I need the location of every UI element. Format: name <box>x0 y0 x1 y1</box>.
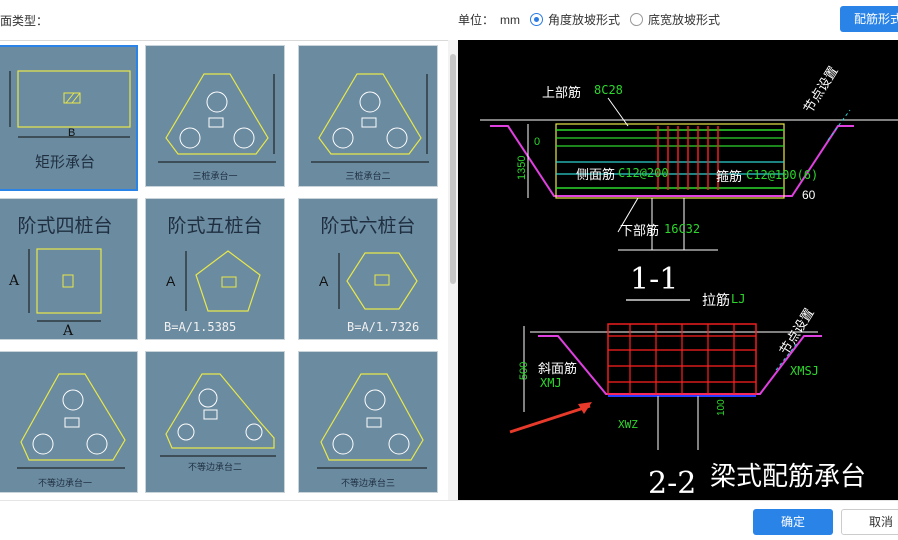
scroll-thumb[interactable] <box>450 54 456 284</box>
tile-label: 三桩承台二 <box>345 172 391 182</box>
grid-scrollbar[interactable] <box>448 40 458 500</box>
slant-bar-label: 斜面筋 <box>538 361 578 376</box>
angle-slope-label: 角度放坡形式 <box>548 13 621 27</box>
side-bar-label: 侧面筋 <box>576 167 616 182</box>
config-form-button[interactable]: 配筋形式 <box>840 6 898 32</box>
stirrup-label: 箍筋 <box>716 169 743 184</box>
bottom-bar-spec: 16C32 <box>664 222 701 236</box>
side-bar-spec: C12@200 <box>618 166 669 180</box>
preview-pane: 上部筋 8C28 侧面筋 C12@200 箍筋 C12@100(6) 下部筋 1… <box>458 40 898 500</box>
cap-type-grid: B 矩形承台 三桩承台一 三桩承台二 阶式四桩台 A A 阶式五桩台 A B=A… <box>0 40 448 500</box>
tile-stepped-four-pile[interactable]: 阶式四桩台 A A <box>0 198 138 340</box>
three-pile-cap-diagram <box>158 73 276 163</box>
dim-label: A <box>9 273 20 289</box>
tile-label: 不等边承台一 <box>37 479 92 489</box>
dim-label: A <box>63 323 74 339</box>
slant-bar-spec-1: XMJ <box>540 376 562 390</box>
tile-stepped-six-pile[interactable]: 阶式六桩台 A B=A/1.7326 <box>298 198 438 340</box>
dim-100-label: 100 <box>716 399 727 416</box>
ok-button[interactable]: 确定 <box>753 509 833 535</box>
cancel-button[interactable]: 取消 <box>841 509 898 535</box>
unit-area: 单位： mm 角度放坡形式 底宽放坡形式 <box>458 11 720 28</box>
top-bar-spec: 8C28 <box>594 83 623 97</box>
top-bar-label: 上部筋 <box>542 85 582 100</box>
section-1-label: 1-1 <box>630 262 679 297</box>
dim-zero-label: 0 <box>534 136 541 148</box>
tile-stepped-five-pile[interactable]: 阶式五桩台 A B=A/1.5385 <box>145 198 285 340</box>
unequal-cap-diagram-1 <box>17 373 126 469</box>
tie-bar-spec: LJ <box>731 292 746 306</box>
top-bar: 面类型： 单位： mm 角度放坡形式 底宽放坡形式 配筋形式 <box>0 0 898 38</box>
section-type-label: 面类型： <box>0 14 49 28</box>
dim-label: B <box>68 127 76 139</box>
angle-label: 60 <box>802 188 816 202</box>
tile-unequal-cap-1[interactable]: 不等边承台一 <box>0 351 138 493</box>
dim-label: A <box>319 273 329 289</box>
radio-checked-icon[interactable] <box>530 13 544 26</box>
bottom-bar-label: 下部筋 <box>620 223 660 238</box>
radio-unchecked-icon[interactable] <box>630 13 644 26</box>
tile-unequal-cap-3[interactable]: 不等边承台三 <box>298 351 438 493</box>
stepped-five-pile-diagram <box>185 250 261 312</box>
unit-label: 单位： <box>458 13 495 27</box>
width-slope-radio[interactable]: 底宽放坡形式 <box>630 11 720 28</box>
dim-label: B=A/1.7326 <box>347 320 420 334</box>
tie-bar-label: 拉筋 <box>702 292 730 308</box>
unequal-cap-diagram-3 <box>317 373 427 469</box>
tile-three-pile-cap-2[interactable]: 三桩承台二 <box>298 45 438 187</box>
dim-label: A <box>166 273 176 289</box>
angle-slope-radio[interactable]: 角度放坡形式 <box>530 11 620 28</box>
stepped-six-pile-diagram <box>338 252 418 310</box>
tile-label: 三桩承台一 <box>192 172 238 182</box>
xwz-label: XWZ <box>618 418 638 431</box>
dim-label: B=A/1.5385 <box>164 320 237 334</box>
footer: 确定 取消 <box>0 500 898 540</box>
tile-label: 不等边承台三 <box>340 479 395 489</box>
tile-label: 不等边承台二 <box>187 463 242 473</box>
tile-three-pile-cap-1[interactable]: 三桩承台一 <box>145 45 285 187</box>
dim-height-label: 1350 <box>516 155 528 180</box>
slant-bar-spec-2: XMSJ <box>790 364 819 378</box>
dim-500-label: 500 <box>518 361 530 380</box>
stirrup-spec: C12@100(6) <box>746 168 819 182</box>
tile-unequal-cap-2[interactable]: 不等边承台二 <box>145 351 285 493</box>
unit-value: mm <box>500 12 521 27</box>
stepped-four-pile-diagram <box>28 248 102 322</box>
width-slope-label: 底宽放坡形式 <box>648 13 721 27</box>
section-2-label: 2-2 <box>648 466 697 500</box>
tile-rect-cap[interactable]: B 矩形承台 <box>0 45 138 191</box>
three-pile-cap-diagram-2 <box>311 73 429 163</box>
tile-label: 矩形承台 <box>34 153 95 171</box>
drawing-caption: 梁式配筋承台 <box>710 462 867 492</box>
